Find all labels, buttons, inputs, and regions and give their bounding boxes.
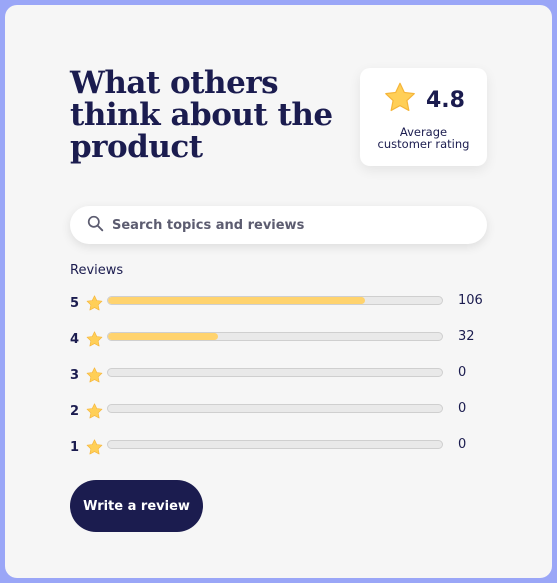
star-count-label: 5 xyxy=(70,295,80,311)
rating-bar-fill xyxy=(108,333,219,340)
star-count-label: 4 xyxy=(70,331,80,347)
star-icon xyxy=(85,330,109,349)
rating-bar xyxy=(107,332,443,341)
review-count: 106 xyxy=(458,293,483,308)
review-count: 0 xyxy=(458,401,467,416)
star-count-label: 3 xyxy=(70,367,80,383)
write-review-button[interactable]: Write a review xyxy=(70,480,203,532)
rating-row-5: 5 106 xyxy=(70,285,500,321)
star-icon xyxy=(382,80,418,120)
search-icon xyxy=(87,215,104,236)
star-count-label: 1 xyxy=(70,439,80,455)
reviews-heading: Reviews xyxy=(70,263,124,278)
rating-caption-line2: customer rating xyxy=(377,137,470,151)
rating-row-3: 3 0 xyxy=(70,357,500,393)
rating-bar xyxy=(107,368,443,377)
rating-row-2: 2 0 xyxy=(70,393,500,429)
rating-summary: 4.8 xyxy=(382,80,465,120)
page-title: What others think about the product xyxy=(70,65,333,165)
rating-row-4: 4 32 xyxy=(70,321,500,357)
average-rating-card: 4.8 Average customer rating xyxy=(360,68,487,166)
search-input[interactable]: Search topics and reviews xyxy=(70,206,487,244)
review-count: 0 xyxy=(458,365,467,380)
average-rating-caption: Average customer rating xyxy=(360,126,487,150)
search-placeholder: Search topics and reviews xyxy=(112,217,305,233)
star-icon xyxy=(85,294,109,313)
star-icon xyxy=(85,366,109,385)
rating-bar xyxy=(107,440,443,449)
average-rating-value: 4.8 xyxy=(426,87,465,113)
star-count-label: 2 xyxy=(70,403,80,419)
review-count: 32 xyxy=(458,329,475,344)
star-icon xyxy=(85,402,109,421)
reviews-card: What others think about the product 4.8 … xyxy=(5,5,552,578)
review-count: 0 xyxy=(458,437,467,452)
rating-bar xyxy=(107,404,443,413)
star-icon xyxy=(85,438,109,457)
rating-bar xyxy=(107,296,443,305)
rating-bar-fill xyxy=(108,297,366,304)
rating-row-1: 1 0 xyxy=(70,429,500,465)
rating-distribution: 5 106 4 32 3 0 2 0 1 0 xyxy=(70,285,500,465)
